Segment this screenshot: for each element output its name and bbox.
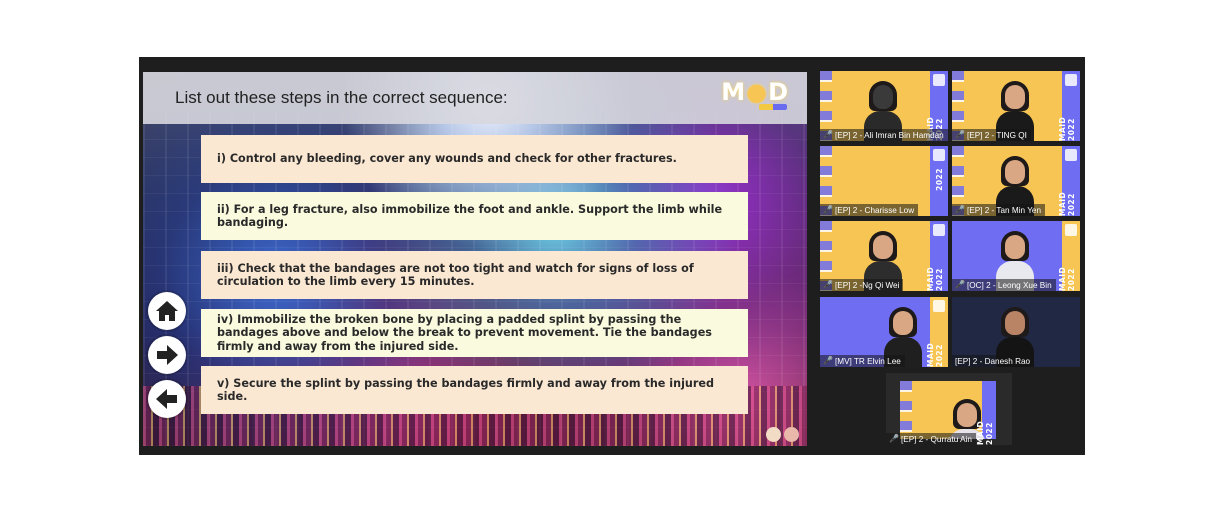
step-text-4: iv) Immobilize the broken bone by placin… [217, 312, 712, 353]
maid-mini-logo [1065, 224, 1077, 236]
step-card-3[interactable]: iii) Check that the bandages are not too… [201, 251, 748, 299]
step-text-3: iii) Check that the bandages are not too… [217, 261, 694, 289]
slide-dot-2[interactable] [784, 427, 799, 442]
participant-name-bar: 🎤 [EP] 2 - TING QI [952, 129, 1031, 141]
participant-name: [MV] TR Elvin Lee [834, 356, 901, 366]
participant-tile[interactable]: MAID 2022 🎤 [EP] 2 - TING QI [952, 71, 1080, 141]
tile-banner-text: MAID 2022 [1058, 116, 1076, 141]
mic-muted-icon: 🎤 [823, 205, 833, 214]
maid-mini-logo [933, 224, 945, 236]
participant-name: [OC] 2 - Leong Xue Bin [966, 280, 1052, 290]
maid-mini-logo [933, 74, 945, 86]
presentation-slide: List out these steps in the correct sequ… [143, 72, 807, 446]
step-text-1: i) Control any bleeding, cover any wound… [217, 152, 677, 166]
participant-tile[interactable]: MAID 2022 🎤 [EP] 2 -Ng Qi Wei [820, 221, 948, 291]
participant-tile[interactable]: MAID 2022 🎤 [MV] TR Elvin Lee [820, 297, 948, 367]
mic-muted-icon: 🎤 [823, 356, 833, 365]
mic-muted-icon: 🎤 [823, 130, 833, 139]
maid-logo: M●D [721, 78, 789, 106]
participant-tile[interactable]: MAID 2022 🎤 [OC] 2 - Leong Xue Bin [952, 221, 1080, 291]
participant-name-bar: 🎤 [EP] 2 - Ali Imran Bin Hamdan [820, 129, 948, 141]
step-text-2: ii) For a leg fracture, also immobilize … [217, 202, 723, 230]
home-button[interactable] [148, 292, 186, 330]
mic-muted-icon: 🎤 [889, 434, 899, 443]
tile-banner-text: MAID 2022 [926, 266, 944, 291]
maid-mini-logo [1065, 74, 1077, 86]
question-text: List out these steps in the correct sequ… [175, 88, 508, 107]
participant-name: [EP] 2 -Ng Qi Wei [834, 280, 900, 290]
maid-mini-logo [1065, 149, 1077, 161]
participant-tile[interactable]: MAID 2022 🎤 [EP] 2 - Ali Imran Bin Hamda… [820, 71, 948, 141]
step-card-5[interactable]: v) Secure the splint by passing the band… [201, 366, 748, 414]
next-button[interactable] [148, 336, 186, 374]
participant-tile[interactable]: MAID 2022 🎤 [EP] 2 - Qurratu Ain [886, 373, 1012, 445]
mic-muted-icon: 🎤 [955, 280, 965, 289]
step-card-4[interactable]: iv) Immobilize the broken bone by placin… [201, 309, 748, 357]
tile-banner-text: MAID 2022 [926, 342, 944, 367]
participant-name: [EP] 2 - Tan Min Yen [966, 205, 1042, 215]
maid-mini-logo [933, 300, 945, 312]
tile-banner-text: MAID 2022 [1058, 266, 1076, 291]
slide-dot-1[interactable] [766, 427, 781, 442]
participant-name-bar: 🎤 [OC] 2 - Leong Xue Bin [952, 279, 1056, 291]
participant-name-bar: 🎤 [EP] 2 - Tan Min Yen [952, 204, 1046, 216]
tile-banner-text: 2022 [935, 168, 944, 191]
tile-banner-text: MAID 2022 [976, 420, 994, 445]
mic-muted-icon: 🎤 [955, 205, 965, 214]
step-text-5: v) Secure the splint by passing the band… [217, 376, 714, 404]
logo-tag [759, 104, 787, 110]
step-card-2[interactable]: ii) For a leg fracture, also immobilize … [201, 192, 748, 240]
question-banner: List out these steps in the correct sequ… [143, 72, 807, 124]
participant-tile[interactable]: [EP] 2 - Danesh Rao [952, 297, 1080, 367]
participant-name: [EP] 2 - Charisse Low [834, 205, 915, 215]
participant-name: [EP] 2 - TING QI [966, 130, 1027, 140]
tile-banner-text: MAID 2022 [1058, 191, 1076, 216]
participant-name-bar: 🎤 [EP] 2 -Ng Qi Wei [820, 279, 904, 291]
participant-name-bar: 🎤 [EP] 2 - Qurratu Ain [886, 433, 976, 445]
step-card-1[interactable]: i) Control any bleeding, cover any wound… [201, 135, 748, 183]
mic-muted-icon: 🎤 [823, 280, 833, 289]
arrow-right-icon [157, 345, 178, 365]
participant-name: [EP] 2 - Qurratu Ain [900, 434, 972, 444]
participant-name-bar: 🎤 [MV] TR Elvin Lee [820, 355, 905, 367]
participant-name: [EP] 2 - Ali Imran Bin Hamdan [834, 130, 944, 140]
participant-tile[interactable]: 2022 🎤 [EP] 2 - Charisse Low [820, 146, 948, 216]
home-icon [156, 301, 178, 321]
back-button[interactable] [148, 380, 186, 418]
participant-name: [EP] 2 - Danesh Rao [955, 356, 1031, 366]
participant-name-bar: [EP] 2 - Danesh Rao [952, 355, 1035, 367]
participant-tile[interactable]: MAID 2022 🎤 [EP] 2 - Tan Min Yen [952, 146, 1080, 216]
participant-name-bar: 🎤 [EP] 2 - Charisse Low [820, 204, 919, 216]
mic-muted-icon: 🎤 [955, 130, 965, 139]
maid-mini-logo [933, 149, 945, 161]
arrow-left-icon [156, 389, 177, 409]
